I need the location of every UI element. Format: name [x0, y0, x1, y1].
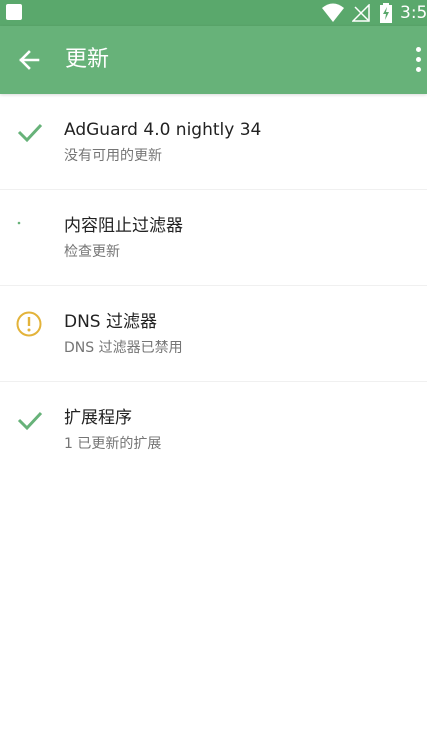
signal-icon [352, 4, 370, 22]
item-title: AdGuard 4.0 nightly 34 [64, 120, 262, 140]
updates-screen: 3:5 更新 AdGuard 4.0 nightly 34 没有可用的更新 内容… [0, 0, 427, 734]
item-subtitle: 没有可用的更新 [64, 148, 162, 164]
check-icon [17, 123, 43, 143]
more-vert-icon [416, 47, 421, 52]
check-icon [17, 411, 43, 431]
arrow-back-icon [19, 50, 40, 70]
status-time: 3:5 [400, 3, 427, 23]
list-item-content-blocker[interactable]: 内容阻止过滤器 检查更新 [0, 190, 427, 286]
more-options-button[interactable] [408, 46, 427, 76]
loading-dot-icon [17, 221, 21, 225]
wifi-icon [322, 3, 344, 22]
battery-charging-icon [380, 3, 392, 23]
item-subtitle: 1 已更新的扩展 [64, 436, 162, 452]
list-item-dns-filter[interactable]: DNS 过滤器 DNS 过滤器已禁用 [0, 286, 427, 382]
more-vert-dot [416, 57, 421, 62]
item-title: 内容阻止过滤器 [64, 216, 183, 236]
page-title: 更新 [65, 47, 110, 72]
warning-icon [16, 311, 42, 337]
item-title: DNS 过滤器 [64, 312, 158, 332]
status-bar: 3:5 [0, 0, 427, 26]
more-vert-dot [416, 67, 421, 72]
list-item-extensions[interactable]: 扩展程序 1 已更新的扩展 [0, 382, 427, 477]
item-title: 扩展程序 [64, 408, 132, 428]
back-button[interactable] [10, 40, 50, 80]
app-bar: 更新 [0, 26, 427, 94]
notification-icon [6, 4, 22, 20]
list-item-adguard[interactable]: AdGuard 4.0 nightly 34 没有可用的更新 [0, 94, 427, 190]
item-subtitle: DNS 过滤器已禁用 [64, 340, 183, 356]
item-subtitle: 检查更新 [64, 244, 120, 260]
